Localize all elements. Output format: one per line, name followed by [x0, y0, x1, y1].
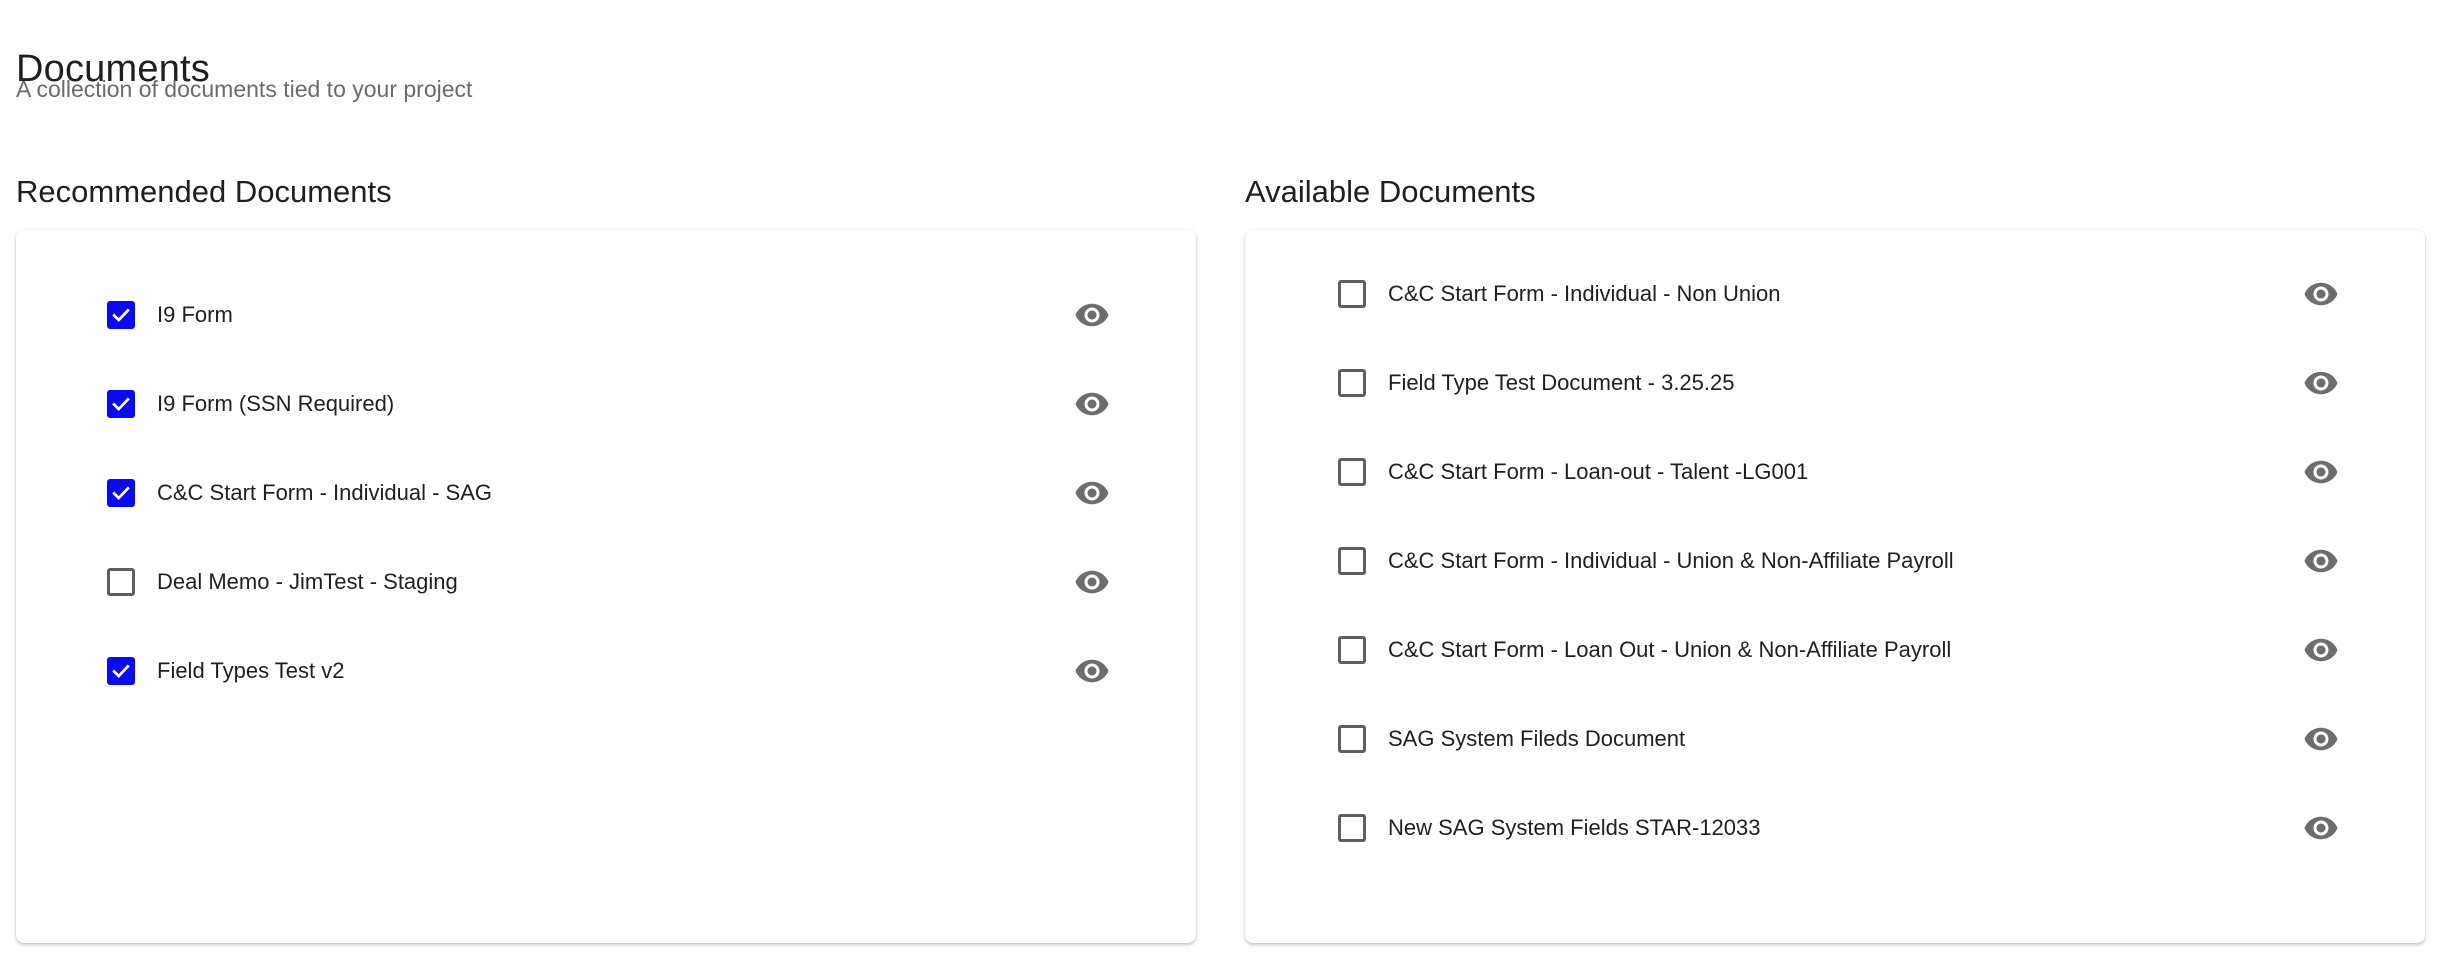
document-label: Field Type Test Document - 3.25.25 [1388, 369, 1735, 395]
check-icon [112, 663, 130, 678]
check-icon [112, 485, 130, 500]
view-document-button[interactable] [2301, 541, 2341, 581]
eye-icon [2304, 460, 2338, 483]
document-label: C&C Start Form - Loan Out - Union & Non-… [1388, 636, 1952, 662]
document-label: Deal Memo - JimTest - Staging [157, 568, 458, 594]
eye-icon [2304, 282, 2338, 305]
document-label: New SAG System Fields STAR-12033 [1388, 814, 1761, 840]
document-row: C&C Start Form - Individual - SAG [16, 448, 1196, 537]
document-checkbox[interactable] [107, 389, 135, 418]
available-documents-title: Available Documents [1245, 173, 1536, 209]
document-checkbox[interactable] [1338, 368, 1366, 397]
view-document-button[interactable] [2301, 452, 2341, 492]
document-label: C&C Start Form - Individual - Non Union [1388, 280, 1781, 306]
eye-icon [2304, 816, 2338, 839]
recommended-documents-list: I9 Form I9 Form (SSN Required) C&C Start F… [16, 270, 1196, 715]
document-label: SAG System Fileds Document [1388, 725, 1686, 751]
document-checkbox[interactable] [1338, 279, 1366, 308]
document-row: Deal Memo - JimTest - Staging [16, 537, 1196, 626]
document-label: C&C Start Form - Loan-out - Talent -LG00… [1388, 458, 1809, 484]
check-icon [112, 307, 130, 322]
view-document-button[interactable] [2301, 808, 2341, 848]
view-document-button[interactable] [1072, 473, 1112, 513]
view-document-button[interactable] [1072, 562, 1112, 602]
document-row: Field Type Test Document - 3.25.25 [1245, 338, 2425, 427]
document-label: I9 Form [157, 301, 233, 327]
document-checkbox[interactable] [107, 478, 135, 507]
view-document-button[interactable] [1072, 384, 1112, 424]
page-subtitle: A collection of documents tied to your p… [16, 76, 473, 102]
view-document-button[interactable] [1072, 295, 1112, 335]
view-document-button[interactable] [2301, 630, 2341, 670]
check-icon [112, 396, 130, 411]
eye-icon [2304, 727, 2338, 750]
available-documents-list: C&C Start Form - Individual - Non Union F… [1245, 249, 2425, 872]
document-label: C&C Start Form - Individual - SAG [157, 479, 492, 505]
document-row: New SAG System Fields STAR-12033 [1245, 783, 2425, 872]
eye-icon [1075, 481, 1109, 504]
view-document-button[interactable] [2301, 274, 2341, 314]
document-checkbox[interactable] [1338, 546, 1366, 575]
document-row: C&C Start Form - Individual - Union & No… [1245, 516, 2425, 605]
document-row: C&C Start Form - Loan-out - Talent -LG00… [1245, 427, 2425, 516]
document-checkbox[interactable] [1338, 457, 1366, 486]
documents-page: Documents A collection of documents tied… [0, 0, 2440, 962]
eye-icon [2304, 638, 2338, 661]
view-document-button[interactable] [2301, 363, 2341, 403]
document-row: I9 Form [16, 270, 1196, 359]
document-checkbox[interactable] [1338, 724, 1366, 753]
document-checkbox[interactable] [1338, 813, 1366, 842]
document-label: C&C Start Form - Individual - Union & No… [1388, 547, 1954, 573]
document-label: Field Types Test v2 [157, 657, 345, 683]
document-row: SAG System Fileds Document [1245, 694, 2425, 783]
document-checkbox[interactable] [1338, 635, 1366, 664]
eye-icon [1075, 570, 1109, 593]
eye-icon [1075, 392, 1109, 415]
document-row: Field Types Test v2 [16, 626, 1196, 715]
eye-icon [1075, 659, 1109, 682]
eye-icon [2304, 549, 2338, 572]
eye-icon [1075, 303, 1109, 326]
document-row: I9 Form (SSN Required) [16, 359, 1196, 448]
recommended-documents-title: Recommended Documents [16, 173, 392, 209]
recommended-documents-card: I9 Form I9 Form (SSN Required) C&C Start F… [16, 230, 1196, 943]
available-documents-card: C&C Start Form - Individual - Non Union F… [1245, 230, 2425, 943]
view-document-button[interactable] [2301, 719, 2341, 759]
document-checkbox[interactable] [107, 300, 135, 329]
eye-icon [2304, 371, 2338, 394]
document-checkbox[interactable] [107, 567, 135, 596]
document-row: C&C Start Form - Loan Out - Union & Non-… [1245, 605, 2425, 694]
view-document-button[interactable] [1072, 651, 1112, 691]
document-checkbox[interactable] [107, 656, 135, 685]
document-row: C&C Start Form - Individual - Non Union [1245, 249, 2425, 338]
document-label: I9 Form (SSN Required) [157, 390, 395, 416]
